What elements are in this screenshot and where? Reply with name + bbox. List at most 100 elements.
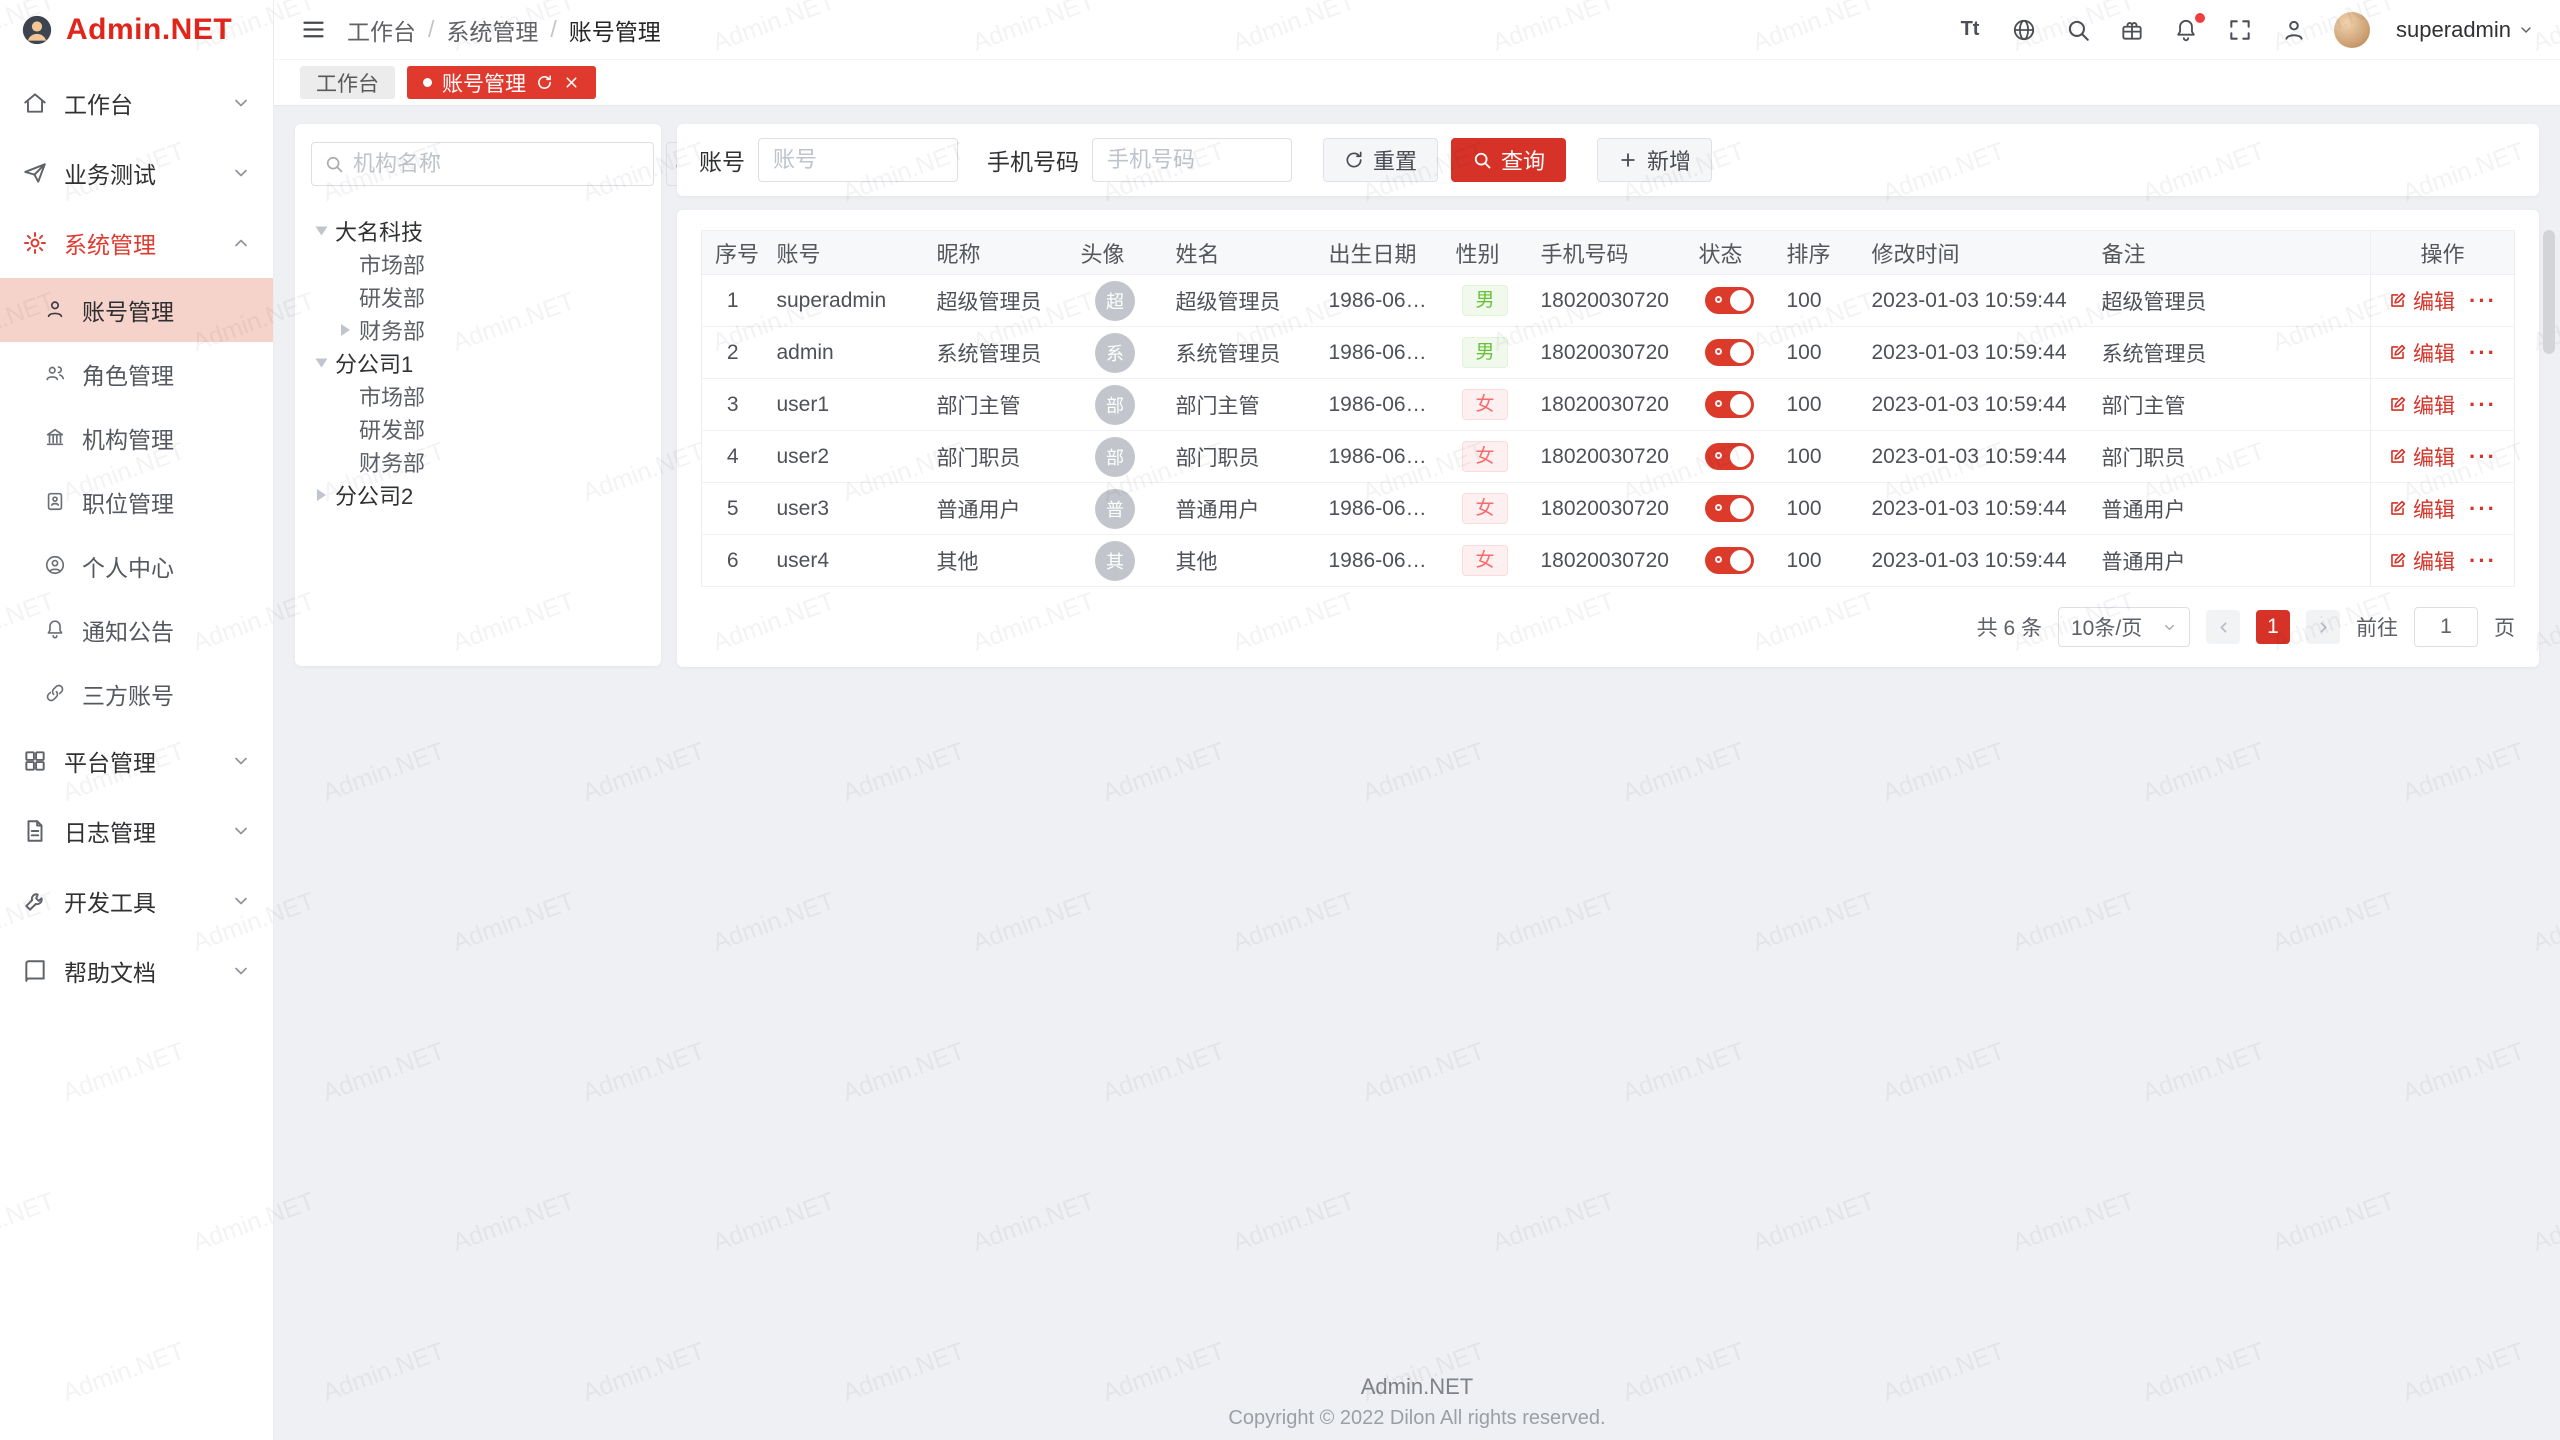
tree-node[interactable]: 分公司2 <box>311 478 645 511</box>
caret-right-icon[interactable] <box>341 324 350 336</box>
next-page-button[interactable] <box>2306 610 2340 644</box>
sidebar-item-role-management[interactable]: 角色管理 <box>0 342 273 406</box>
search-button[interactable]: 查询 <box>1451 138 1566 182</box>
account-filter-input[interactable] <box>758 138 958 182</box>
more-actions-button[interactable]: ··· <box>2469 496 2497 521</box>
cell-account: user3 <box>764 483 924 535</box>
sidebar-item-system-management[interactable]: 系统管理 <box>0 208 273 278</box>
tree-node[interactable]: 财务部 <box>311 445 645 478</box>
gender-tag: 女 <box>1462 389 1508 421</box>
column-header: 状态 <box>1686 231 1774 275</box>
status-toggle[interactable] <box>1705 391 1754 418</box>
prev-page-button[interactable] <box>2206 610 2240 644</box>
breadcrumb-item[interactable]: 工作台 <box>347 13 416 47</box>
edit-button[interactable]: 编辑 <box>2388 338 2455 368</box>
cell-sort: 100 <box>1774 483 1859 535</box>
sidebar-item-account-management[interactable]: 账号管理 <box>0 278 273 342</box>
language-icon[interactable] <box>2010 16 2038 44</box>
theme-icon[interactable] <box>2118 16 2146 44</box>
sidebar-item-org-management[interactable]: 机构管理 <box>0 406 273 470</box>
status-toggle[interactable] <box>1705 339 1754 366</box>
user-avatar[interactable] <box>2334 12 2370 48</box>
app-logo[interactable]: Admin.NET <box>0 0 273 60</box>
page-size-select[interactable]: 10条/页 <box>2058 607 2190 647</box>
tab-account-management[interactable]: 账号管理 <box>407 66 596 99</box>
main-content: ··· 大名科技 市场部 研发部 财务部 分公司1 市场部 研发部 财务部 分公… <box>274 106 2560 1440</box>
phone-filter-input[interactable] <box>1092 138 1292 182</box>
edit-button[interactable]: 编辑 <box>2388 546 2455 576</box>
breadcrumb: 工作台 / 系统管理 / 账号管理 <box>347 13 661 47</box>
search-icon[interactable] <box>2064 16 2092 44</box>
sidebar-item-notice[interactable]: 通知公告 <box>0 598 273 662</box>
close-icon[interactable] <box>563 74 580 91</box>
page-footer: Admin.NET Copyright © 2022 Dilon All rig… <box>274 1374 2560 1430</box>
goto-page-input[interactable] <box>2414 607 2478 647</box>
gender-tag: 女 <box>1462 441 1508 473</box>
refresh-icon[interactable] <box>536 74 553 91</box>
edit-button[interactable]: 编辑 <box>2388 286 2455 316</box>
cell-account: superadmin <box>764 275 924 327</box>
sidebar-item-position-management[interactable]: 职位管理 <box>0 470 273 534</box>
collapse-menu-icon[interactable] <box>300 16 327 43</box>
profile-icon[interactable] <box>2280 16 2308 44</box>
tab-workbench[interactable]: 工作台 <box>300 66 395 99</box>
sidebar-item-platform-management[interactable]: 平台管理 <box>0 726 273 796</box>
row-avatar: 系 <box>1095 333 1135 373</box>
tree-node[interactable]: 市场部 <box>311 247 645 280</box>
fullscreen-icon[interactable] <box>2226 16 2254 44</box>
sidebar-item-business-test[interactable]: 业务测试 <box>0 138 273 208</box>
sidebar-item-label: 三方账号 <box>82 677 174 711</box>
notification-bell-icon[interactable] <box>2172 16 2200 44</box>
org-search-input[interactable] <box>353 151 641 177</box>
add-button[interactable]: 新增 <box>1597 138 1712 182</box>
sidebar-item-log-management[interactable]: 日志管理 <box>0 796 273 866</box>
more-actions-button[interactable]: ··· <box>2469 444 2497 469</box>
cell-avatar: 部 <box>1068 431 1163 483</box>
sidebar-item-workbench[interactable]: 工作台 <box>0 68 273 138</box>
gear-icon <box>22 230 48 256</box>
caret-down-icon[interactable] <box>316 226 328 235</box>
tree-node[interactable]: 大名科技 <box>311 214 645 247</box>
tree-node[interactable]: 分公司1 <box>311 346 645 379</box>
sidebar-item-label: 开发工具 <box>64 884 215 918</box>
current-page[interactable]: 1 <box>2256 610 2290 644</box>
tree-node-label: 大名科技 <box>335 215 423 247</box>
status-toggle[interactable] <box>1705 547 1754 574</box>
sidebar-item-label: 平台管理 <box>64 744 215 778</box>
cell-remark: 超级管理员 <box>2089 275 2371 327</box>
more-actions-button[interactable]: ··· <box>2469 392 2497 417</box>
paper-plane-icon <box>22 160 48 186</box>
sidebar-item-personal-center[interactable]: 个人中心 <box>0 534 273 598</box>
scrollbar-thumb[interactable] <box>2543 230 2555 354</box>
sidebar-item-help-docs[interactable]: 帮助文档 <box>0 936 273 1006</box>
cell-gender: 男 <box>1443 275 1528 327</box>
logo-icon <box>20 13 54 47</box>
sidebar-item-dev-tools[interactable]: 开发工具 <box>0 866 273 936</box>
edit-button[interactable]: 编辑 <box>2388 442 2455 472</box>
caret-down-icon[interactable] <box>316 358 328 367</box>
footer-app-name: Admin.NET <box>274 1374 2560 1400</box>
caret-right-icon[interactable] <box>317 489 326 501</box>
reset-button[interactable]: 重置 <box>1323 138 1438 182</box>
sidebar-item-third-party-account[interactable]: 三方账号 <box>0 662 273 726</box>
filter-bar: 账号 手机号码 重置 查询 新增 <box>677 124 2539 196</box>
user-menu[interactable]: superadmin <box>2396 17 2534 43</box>
more-actions-button[interactable]: ··· <box>2469 340 2497 365</box>
more-actions-button[interactable]: ··· <box>2469 288 2497 313</box>
tree-node[interactable]: 财务部 <box>311 313 645 346</box>
org-tree: 大名科技 市场部 研发部 财务部 分公司1 市场部 研发部 财务部 分公司2 <box>311 214 645 511</box>
status-toggle[interactable] <box>1705 495 1754 522</box>
font-size-icon[interactable]: Tt <box>1956 16 1984 44</box>
sidebar-item-label: 日志管理 <box>64 814 215 848</box>
tree-node[interactable]: 市场部 <box>311 379 645 412</box>
edit-button[interactable]: 编辑 <box>2388 494 2455 524</box>
tree-node[interactable]: 研发部 <box>311 412 645 445</box>
breadcrumb-item[interactable]: 系统管理 <box>446 13 538 47</box>
status-toggle[interactable] <box>1705 287 1754 314</box>
tree-node[interactable]: 研发部 <box>311 280 645 313</box>
cell-name: 部门职员 <box>1163 431 1316 483</box>
edit-button[interactable]: 编辑 <box>2388 390 2455 420</box>
more-actions-button[interactable]: ··· <box>2469 548 2497 573</box>
cell-modified-time: 2023-01-03 10:59:44 <box>1859 275 2089 327</box>
status-toggle[interactable] <box>1705 443 1754 470</box>
